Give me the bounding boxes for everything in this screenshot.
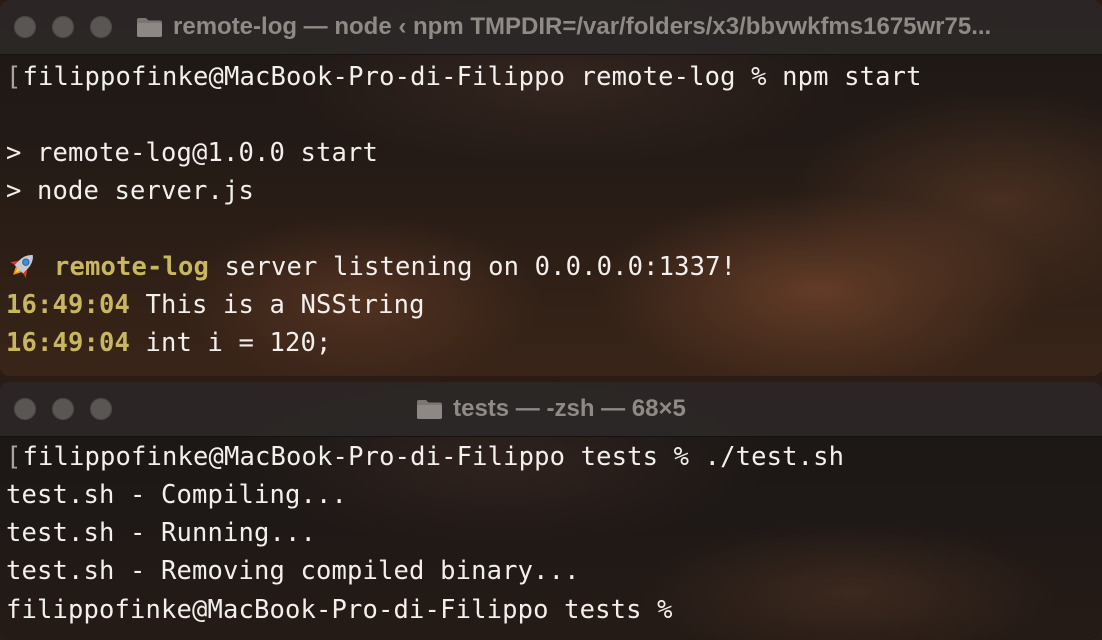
log-line: 16:49:04 This is a NSString <box>6 286 1102 324</box>
terminal-output[interactable]: [filippofinke@MacBook-Pro-di-Filippo tes… <box>0 436 1102 640</box>
terminal-line: [filippofinke@MacBook-Pro-di-Filippo rem… <box>6 62 922 92</box>
title-bar[interactable]: tests — -zsh — 68×5 <box>0 382 1102 437</box>
terminal-line: > remote-log@1.0.0 start <box>6 134 1102 172</box>
terminal-line: > node server.js <box>6 172 1102 210</box>
prompt-command: filippofinke@MacBook-Pro-di-Filippo remo… <box>22 62 922 92</box>
terminal-line-empty <box>6 210 1102 248</box>
terminal-line: [filippofinke@MacBook-Pro-di-Filippo tes… <box>6 442 845 472</box>
terminal-line: filippofinke@MacBook-Pro-di-Filippo test… <box>6 590 1102 628</box>
window-title-group: tests — -zsh — 68×5 <box>0 394 1102 424</box>
server-status-message: server listening on 0.0.0.0:1337! <box>209 252 737 282</box>
terminal-line-empty <box>6 96 1102 134</box>
npm-script-command: > node server.js <box>6 176 255 206</box>
script-output: test.sh - Running... <box>6 518 317 548</box>
title-bar[interactable]: remote-log — node ‹ npm TMPDIR=/var/fold… <box>0 0 1102 55</box>
window-controls <box>14 16 112 38</box>
prompt-command: filippofinke@MacBook-Pro-di-Filippo test… <box>22 442 845 472</box>
log-message: int i = 120; <box>130 328 332 358</box>
log-timestamp: 16:49:04 <box>6 290 131 320</box>
folder-icon <box>137 18 162 37</box>
window-title: tests — -zsh — 68×5 <box>453 395 686 422</box>
terminal-line: test.sh - Running... <box>6 514 1102 552</box>
script-output: test.sh - Compiling... <box>6 480 348 510</box>
rocket-icon <box>10 255 33 278</box>
close-button[interactable] <box>14 16 36 38</box>
terminal-line: test.sh - Removing compiled binary... <box>6 552 1102 590</box>
text-cursor <box>688 590 702 618</box>
window-title-group: remote-log — node ‹ npm TMPDIR=/var/fold… <box>136 12 1092 42</box>
zoom-button[interactable] <box>90 16 112 38</box>
folder-icon <box>417 400 443 419</box>
server-name: remote-log <box>54 252 210 282</box>
prompt-idle: filippofinke@MacBook-Pro-di-Filippo test… <box>6 595 689 625</box>
log-timestamp: 16:49:04 <box>6 328 131 358</box>
log-message: This is a NSString <box>130 290 425 320</box>
terminal-window-tests[interactable]: tests — -zsh — 68×5 [filippofinke@MacBoo… <box>0 382 1102 640</box>
log-line: 16:49:04 int i = 120; <box>6 324 1102 362</box>
npm-script-name: > remote-log@1.0.0 start <box>6 138 379 168</box>
window-title: remote-log — node ‹ npm TMPDIR=/var/fold… <box>173 13 992 40</box>
terminal-window-remote-log[interactable]: remote-log — node ‹ npm TMPDIR=/var/fold… <box>0 0 1102 376</box>
terminal-output[interactable]: [filippofinke@MacBook-Pro-di-Filippo rem… <box>0 54 1102 376</box>
script-output: test.sh - Removing compiled binary... <box>6 556 580 586</box>
terminal-line: remote-log server listening on 0.0.0.0:1… <box>6 248 1102 286</box>
terminal-line: test.sh - Compiling... <box>6 476 1102 514</box>
minimize-button[interactable] <box>52 16 74 38</box>
